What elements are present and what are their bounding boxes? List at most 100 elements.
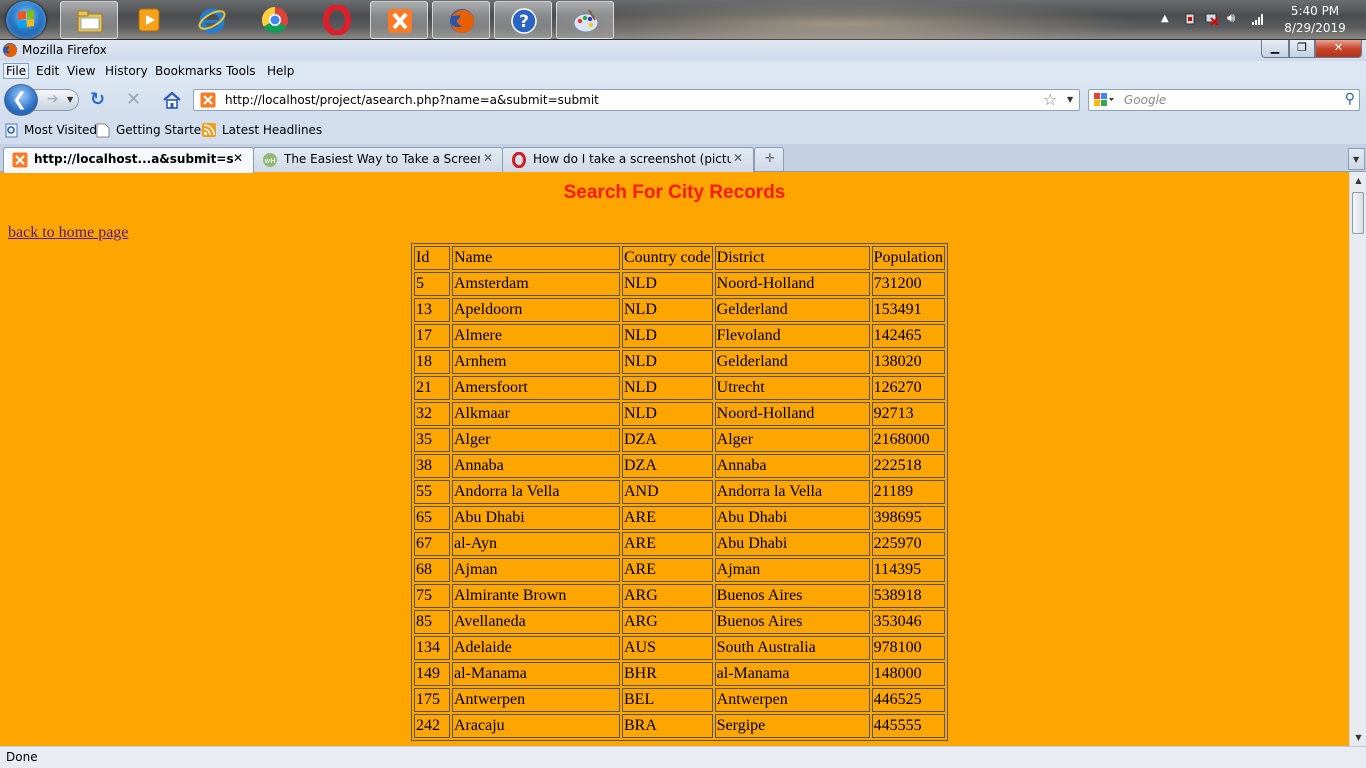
opera-icon (323, 5, 351, 35)
address-bar[interactable]: http://localhost/project/asearch.php?nam… (193, 89, 1080, 111)
taskbar-ie-button[interactable] (183, 1, 241, 39)
show-hidden-icons-icon[interactable]: ▲ (1161, 13, 1169, 24)
menu-history[interactable]: History (105, 64, 148, 78)
restore-button[interactable]: ❐ (1289, 40, 1315, 58)
bookmark-most-visited[interactable]: Most Visited (24, 123, 97, 137)
search-icon[interactable]: ⚲ (1345, 91, 1355, 107)
minimize-button[interactable]: ▁ (1261, 40, 1289, 58)
taskbar-help-button[interactable]: ? (494, 1, 552, 39)
bookmark-star-icon[interactable]: ☆ (1043, 90, 1057, 109)
cell-district: Buenos Aires (714, 610, 870, 634)
cell-district: Sergipe (714, 714, 870, 738)
network-disconnected-icon[interactable] (1205, 12, 1219, 26)
menu-help[interactable]: Help (267, 64, 294, 78)
clock-time: 5:40 PM (1290, 4, 1340, 18)
firefox-icon (3, 43, 17, 57)
cell-id: 5 (414, 272, 450, 296)
table-row: 175 Antwerpen BEL Antwerpen 446525 (414, 688, 945, 712)
menu-view[interactable]: View (67, 64, 95, 78)
cell-id: 55 (414, 480, 450, 504)
tab-close-icon[interactable]: ✕ (483, 151, 493, 165)
cell-district: South Australia (714, 636, 870, 660)
taskbar-opera-button[interactable] (308, 1, 366, 39)
window-title-bar: Mozilla Firefox ▁ ❐ ✕ (0, 40, 1366, 61)
most-visited-icon (5, 123, 18, 138)
cell-population: 138020 (871, 350, 945, 374)
volume-icon[interactable]: 🔊︎ (1227, 12, 1241, 26)
close-window-button[interactable]: ✕ (1315, 40, 1362, 58)
table-row: 38 Annaba DZA Annaba 222518 (414, 454, 945, 478)
cell-country-code: DZA (622, 454, 713, 478)
cell-population: 148000 (871, 662, 945, 686)
url-history-dropdown-icon[interactable]: ▼ (1067, 95, 1073, 104)
scroll-up-arrow-icon[interactable]: ▲ (1351, 172, 1366, 189)
address-url[interactable]: http://localhost/project/asearch.php?nam… (225, 93, 599, 107)
vertical-scrollbar[interactable]: ▲ ▼ (1349, 172, 1366, 746)
bookmark-getting-started[interactable]: Getting Started (116, 123, 209, 137)
cell-id: 65 (414, 506, 450, 530)
usb-eject-icon[interactable] (1183, 12, 1197, 26)
scrollbar-thumb[interactable] (1352, 192, 1364, 234)
new-tab-button[interactable]: ✛ (754, 147, 784, 171)
stop-icon[interactable]: ✕ (126, 91, 141, 109)
tab-localhost-search[interactable]: http://localhost...a&submit=submit ✕ (3, 147, 254, 173)
tab-close-icon[interactable]: ✕ (233, 151, 243, 165)
status-text: Done (6, 750, 38, 764)
forward-arrow-icon: ➔ (47, 91, 59, 107)
taskbar-paint-button[interactable] (556, 1, 614, 39)
cell-population: 21189 (871, 480, 945, 504)
internet-explorer-icon (198, 8, 226, 34)
tab-screenshot-guide[interactable]: wH The Easiest Way to Take a Screensh...… (253, 147, 503, 172)
svg-text:wH: wH (265, 157, 276, 165)
cell-population: 92713 (871, 402, 945, 426)
list-all-tabs-button[interactable]: ▼ (1348, 148, 1365, 170)
chevron-down-icon: ▼ (1353, 155, 1360, 164)
home-icon[interactable] (162, 91, 182, 109)
cell-population: 153491 (871, 298, 945, 322)
rss-feed-icon (202, 123, 216, 137)
back-to-home-link[interactable]: back to home page (8, 224, 128, 242)
bookmark-latest-headlines[interactable]: Latest Headlines (222, 123, 322, 137)
cell-name: Abu Dhabi (452, 506, 620, 530)
menu-bookmarks[interactable]: Bookmarks (155, 64, 222, 78)
table-header-row: Id Name Country code District Population (414, 246, 945, 270)
table-row: 55 Andorra la Vella AND Andorra la Vella 211… (414, 480, 945, 504)
tab-strip: http://localhost...a&submit=submit ✕ wH … (0, 144, 1366, 173)
clock[interactable]: 5:40 PM 8/29/2019 (1280, 3, 1350, 37)
table-body: 5 Amsterdam NLD Noord-Holland 731200 13 Apeldo… (414, 272, 945, 738)
cell-country-code: ARG (622, 584, 713, 608)
menu-edit[interactable]: Edit (36, 64, 59, 78)
google-engine-icon[interactable] (1093, 92, 1115, 108)
menu-file[interactable]: File (3, 63, 30, 79)
cell-id: 35 (414, 428, 450, 452)
taskbar-chrome-button[interactable] (246, 1, 304, 39)
cell-country-code: AND (622, 480, 713, 504)
table-row: 13 Apeldoorn NLD Gelderland 153491 (414, 298, 945, 322)
taskbar-media-player-button[interactable] (120, 1, 178, 39)
cell-population: 446525 (871, 688, 945, 712)
history-dropdown-icon[interactable]: ▼ (67, 95, 73, 104)
tab-how-to-screenshot[interactable]: How do I take a screenshot (picture ... … (502, 147, 754, 172)
cell-id: 21 (414, 376, 450, 400)
scroll-down-arrow-icon[interactable]: ▼ (1351, 729, 1366, 746)
cell-id: 134 (414, 636, 450, 660)
cell-country-code: NLD (622, 350, 713, 374)
back-arrow-icon: ❮ (11, 89, 28, 110)
back-button[interactable]: ❮ (4, 84, 38, 116)
search-bar[interactable]: Google ⚲ (1088, 89, 1360, 111)
table-row: 32 Alkmaar NLD Noord-Holland 92713 (414, 402, 945, 426)
cell-country-code: NLD (622, 402, 713, 426)
signal-bars-icon[interactable] (1251, 12, 1265, 26)
xampp-icon (388, 9, 412, 33)
taskbar-firefox-button[interactable] (432, 1, 490, 39)
start-button[interactable] (6, 1, 46, 39)
cell-name: Almere (452, 324, 620, 348)
tab-close-icon[interactable]: ✕ (733, 151, 743, 165)
menu-tools[interactable]: Tools (226, 64, 256, 78)
tab-label: How do I take a screenshot (picture ... (533, 152, 731, 166)
taskbar-explorer-button[interactable] (60, 1, 118, 39)
forward-button[interactable]: ➔ ▼ (33, 89, 79, 111)
reload-icon[interactable]: ↻ (90, 91, 105, 109)
taskbar-xampp-button[interactable] (370, 1, 428, 39)
table-row: 149 al-Manama BHR al-Manama 148000 (414, 662, 945, 686)
